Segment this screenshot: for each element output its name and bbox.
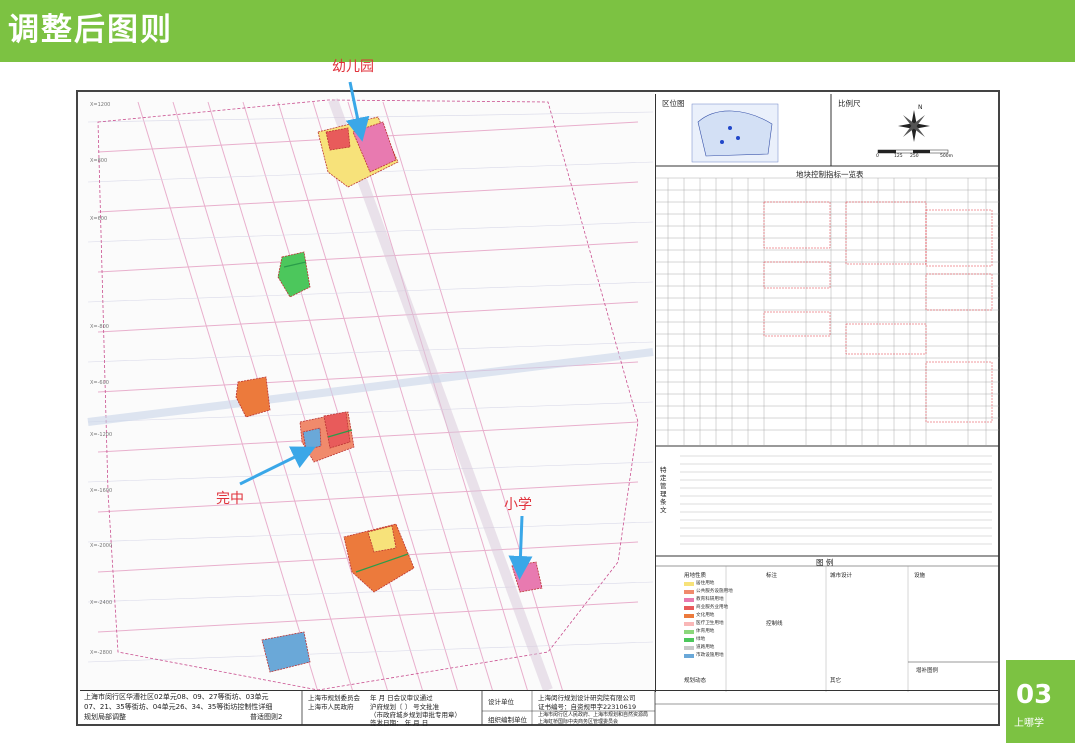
- middle-school-callout: 完中: [216, 491, 244, 507]
- callout-overlay: [239, 81, 533, 580]
- primary-school-callout: 小学: [504, 497, 532, 513]
- page-badge-subtitle: 上哪学: [1014, 718, 1044, 729]
- kindergarten-callout: 幼儿园: [332, 59, 374, 75]
- page-number: 03: [1016, 680, 1053, 710]
- page-badge: 03 上哪学: [1006, 660, 1075, 743]
